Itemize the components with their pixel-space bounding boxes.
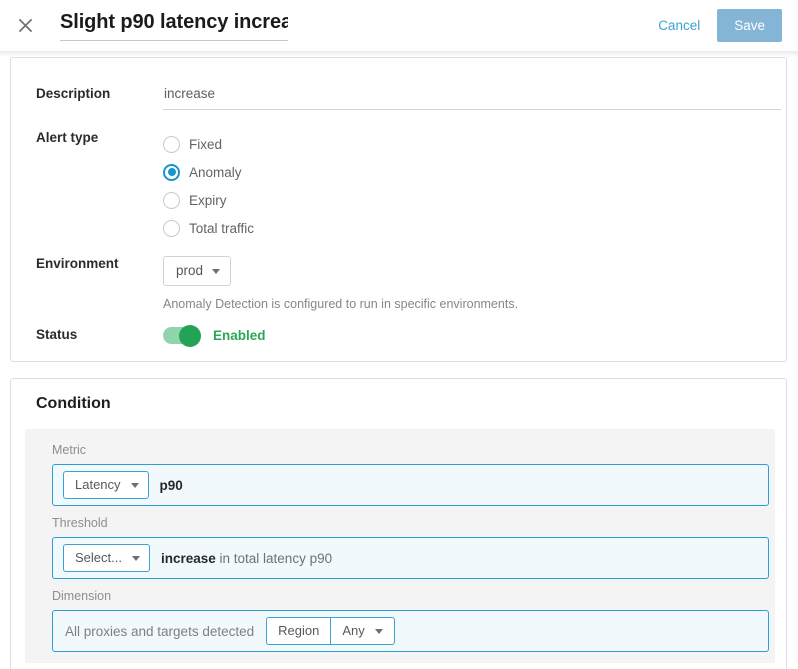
status-toggle-label: Enabled: [213, 328, 266, 343]
metric-label: Metric: [52, 443, 769, 457]
dimension-chip-group: Region Any: [266, 617, 395, 645]
metric-group: Metric Latency p90: [52, 443, 769, 506]
threshold-text-bold: increase: [161, 551, 216, 566]
close-icon[interactable]: [12, 13, 38, 39]
environment-row: Environment prod Anomaly Detection is co…: [11, 256, 786, 311]
radio-icon-selected: [163, 164, 180, 181]
threshold-text: increase in total latency p90: [161, 551, 332, 566]
environment-field: prod Anomaly Detection is configured to …: [163, 256, 786, 311]
alert-type-options: Fixed Anomaly Expiry Total traffic: [163, 130, 786, 242]
alert-type-label: Alert type: [11, 130, 163, 242]
save-button[interactable]: Save: [717, 9, 782, 42]
radio-label: Anomaly: [189, 165, 242, 180]
radio-icon: [163, 220, 180, 237]
radio-label: Fixed: [189, 137, 222, 152]
metric-text: p90: [160, 478, 183, 493]
editor-header: Cancel Save: [0, 0, 798, 51]
metric-field: Latency p90: [52, 464, 769, 506]
threshold-field: Select... increase in total latency p90: [52, 537, 769, 579]
status-toggle[interactable]: [163, 327, 200, 344]
description-row: Description: [11, 86, 786, 110]
metric-text-value: p90: [160, 478, 183, 493]
environment-select[interactable]: prod: [163, 256, 231, 286]
dimension-text: All proxies and targets detected: [63, 624, 254, 639]
alert-title-wrapper: [60, 11, 288, 41]
threshold-select[interactable]: Select...: [63, 544, 150, 572]
radio-option-expiry[interactable]: Expiry: [163, 186, 786, 214]
threshold-select-value: Select...: [75, 550, 122, 566]
description-label: Description: [11, 86, 163, 110]
dimension-label: Dimension: [52, 589, 769, 603]
toggle-knob: [179, 325, 201, 347]
dimension-chip-region-label: Region: [278, 623, 319, 639]
dimension-chip-value-select[interactable]: Any: [330, 617, 394, 645]
chevron-down-icon: [132, 556, 140, 561]
dimension-chip-region[interactable]: Region: [266, 617, 330, 645]
dimension-field: All proxies and targets detected Region …: [52, 610, 769, 652]
alert-type-row: Alert type Fixed Anomaly Expiry Total tr…: [11, 130, 786, 242]
radio-icon: [163, 192, 180, 209]
dimension-group: Dimension All proxies and targets detect…: [52, 589, 769, 652]
status-toggle-wrapper: Enabled: [163, 327, 786, 344]
condition-card: Condition Metric Latency p90 Threshold: [10, 378, 787, 669]
status-row: Status Enabled: [11, 327, 786, 344]
radio-option-total-traffic[interactable]: Total traffic: [163, 214, 786, 242]
chevron-down-icon: [212, 269, 220, 274]
chevron-down-icon: [131, 483, 139, 488]
alert-editor-page: Cancel Save Description Alert type Fixed…: [0, 0, 798, 669]
details-card: Description Alert type Fixed Anomaly: [10, 57, 787, 362]
chevron-down-icon: [375, 629, 383, 634]
metric-select[interactable]: Latency: [63, 471, 149, 499]
threshold-group: Threshold Select... increase in total la…: [52, 516, 769, 579]
status-field: Enabled: [163, 327, 786, 344]
description-input[interactable]: [163, 86, 781, 110]
radio-label: Expiry: [189, 193, 227, 208]
description-field: [163, 86, 786, 110]
radio-option-fixed[interactable]: Fixed: [163, 130, 786, 158]
environment-select-value: prod: [176, 263, 203, 279]
radio-label: Total traffic: [189, 221, 254, 236]
dimension-chip-value: Any: [342, 623, 364, 639]
condition-panel: Metric Latency p90 Threshold Select...: [25, 429, 775, 663]
threshold-label: Threshold: [52, 516, 769, 530]
status-label: Status: [11, 327, 163, 344]
radio-icon: [163, 136, 180, 153]
environment-helper-text: Anomaly Detection is configured to run i…: [163, 297, 786, 311]
metric-select-value: Latency: [75, 477, 121, 493]
threshold-text-rest: in total latency p90: [216, 551, 332, 566]
alert-title-input[interactable]: [60, 11, 288, 41]
cancel-button[interactable]: Cancel: [658, 18, 700, 33]
environment-label: Environment: [11, 256, 163, 311]
condition-title: Condition: [36, 395, 111, 413]
radio-option-anomaly[interactable]: Anomaly: [163, 158, 786, 186]
